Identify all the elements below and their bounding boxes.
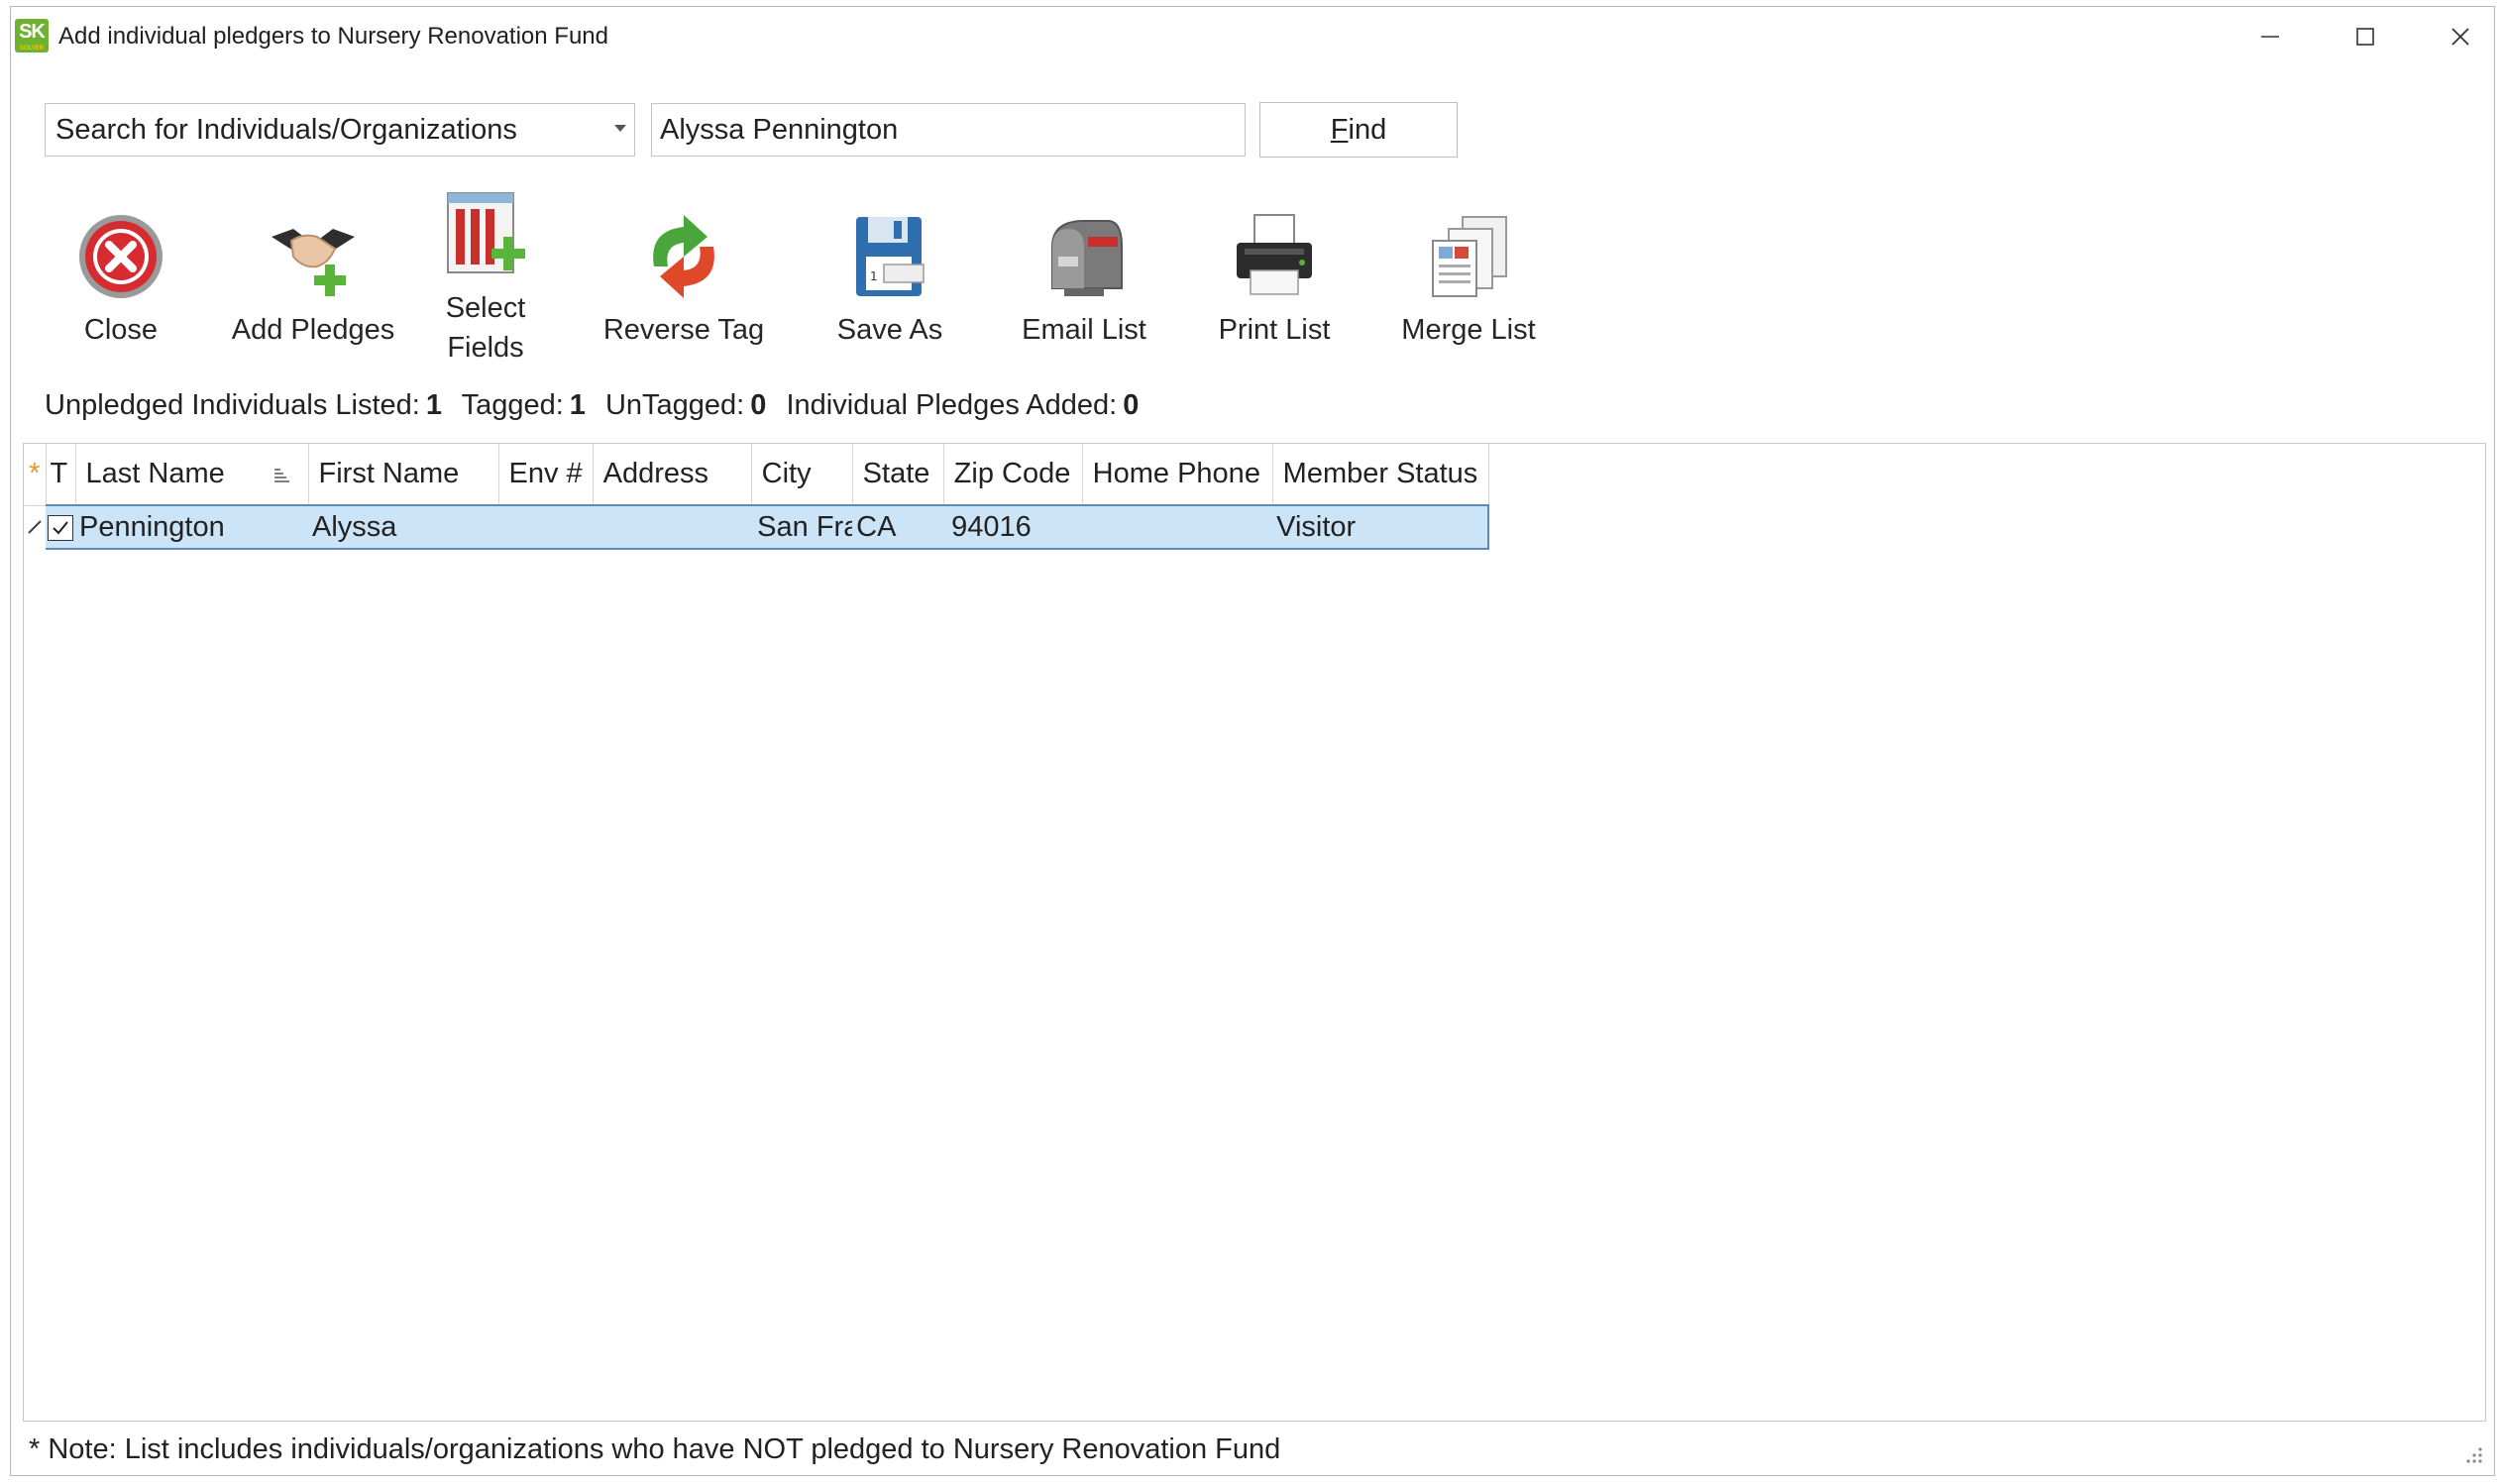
cell-zip-code[interactable]: 94016 xyxy=(943,504,1083,550)
print-list-button[interactable]: Print List xyxy=(1180,185,1368,350)
floppy-disk-icon: 1 xyxy=(856,217,925,296)
checkmark-icon xyxy=(53,521,68,535)
column-header-address[interactable]: Address xyxy=(593,444,752,506)
email-list-button[interactable]: Email List xyxy=(990,185,1178,350)
column-header-env[interactable]: Env # xyxy=(498,444,594,506)
tagged-count: 1 xyxy=(569,389,586,421)
cell-state[interactable]: CA xyxy=(852,504,944,550)
row-tag-checkbox[interactable] xyxy=(48,514,73,541)
minimize-button[interactable] xyxy=(2240,15,2300,58)
column-header-last-name[interactable]: Last Name xyxy=(75,444,309,506)
cell-address[interactable] xyxy=(593,504,752,550)
column-header-city[interactable]: City xyxy=(751,444,853,506)
cell-member-status[interactable]: Visitor xyxy=(1272,504,1490,550)
app-logo-icon: SK SOLVER xyxy=(15,19,49,53)
sort-icon xyxy=(273,469,289,482)
close-button[interactable]: Close xyxy=(27,185,215,350)
close-circle-icon xyxy=(79,215,163,298)
results-grid[interactable]: * T Last Name First Name Env # Address C… xyxy=(23,443,2486,1422)
column-header-home-phone[interactable]: Home Phone xyxy=(1082,444,1273,506)
cell-home-phone[interactable] xyxy=(1082,504,1273,550)
chevron-down-icon xyxy=(614,125,626,132)
maximize-button[interactable] xyxy=(2336,15,2395,58)
svg-text:1: 1 xyxy=(870,269,878,283)
table-add-icon xyxy=(447,192,525,273)
merge-list-button[interactable]: Merge List xyxy=(1374,185,1563,350)
cell-first-name[interactable]: Alyssa xyxy=(308,504,498,550)
printer-icon xyxy=(1237,214,1312,295)
column-header-member-status[interactable]: Member Status xyxy=(1272,444,1489,506)
untagged-count: 0 xyxy=(750,389,767,421)
cell-env[interactable] xyxy=(498,504,594,550)
untagged-label: UnTagged: xyxy=(604,389,745,421)
table-row[interactable]: Pennington Alyssa San Francisco CA 94016… xyxy=(24,504,1490,550)
listed-count: 1 xyxy=(425,389,443,421)
tagged-label: Tagged: xyxy=(461,389,564,421)
row-tag-cell[interactable] xyxy=(46,504,75,550)
listed-label: Unpledged Individuals Listed: xyxy=(45,389,420,421)
window-close-button[interactable] xyxy=(2431,15,2490,58)
select-fields-button[interactable]: Select Fields xyxy=(391,185,580,368)
column-header-state[interactable]: State xyxy=(852,444,944,506)
pledges-added-count: 0 xyxy=(1123,389,1140,421)
find-button[interactable]: Find xyxy=(1259,102,1458,158)
search-type-value: Search for Individuals/Organizations xyxy=(55,114,517,146)
column-header-tag[interactable]: T xyxy=(46,444,76,506)
maximize-icon xyxy=(2356,28,2374,46)
title-bar: SK SOLVER Add individual pledgers to Nur… xyxy=(11,7,2494,66)
pledges-added-label: Individual Pledges Added: xyxy=(786,389,1118,421)
footer-note: * Note: List includes individuals/organi… xyxy=(29,1433,1281,1465)
cell-city[interactable]: San Francisco xyxy=(751,504,853,550)
mailbox-icon xyxy=(1051,220,1123,296)
header-row: * T Last Name First Name Env # Address C… xyxy=(24,444,1489,506)
new-row-marker: * xyxy=(24,444,47,506)
row-edit-indicator xyxy=(24,505,46,549)
column-header-zip-code[interactable]: Zip Code xyxy=(943,444,1083,506)
resize-grip-icon[interactable] xyxy=(2464,1445,2484,1465)
save-as-button[interactable]: 1 Save As xyxy=(796,185,984,350)
dialog-window: SK SOLVER Add individual pledgers to Nur… xyxy=(10,6,2495,1476)
cell-last-name[interactable]: Pennington xyxy=(75,504,308,550)
pencil-icon xyxy=(28,520,42,534)
merge-documents-icon xyxy=(1432,216,1507,297)
search-input[interactable] xyxy=(651,103,1246,157)
reverse-arrows-icon xyxy=(653,215,714,298)
results-table: * T Last Name First Name Env # Address C… xyxy=(24,444,1490,550)
window-title: Add individual pledgers to Nursery Renov… xyxy=(58,23,608,50)
reverse-tag-button[interactable]: Reverse Tag xyxy=(590,185,778,350)
column-header-first-name[interactable]: First Name xyxy=(308,444,499,506)
add-pledges-button[interactable]: Add Pledges xyxy=(219,185,407,350)
handshake-add-icon xyxy=(272,229,355,296)
minimize-icon xyxy=(2261,36,2279,38)
close-icon xyxy=(2451,28,2469,46)
status-line: Unpledged Individuals Listed: 1 Tagged: 1 … xyxy=(45,389,1150,422)
search-type-select[interactable]: Search for Individuals/Organizations xyxy=(45,103,635,157)
